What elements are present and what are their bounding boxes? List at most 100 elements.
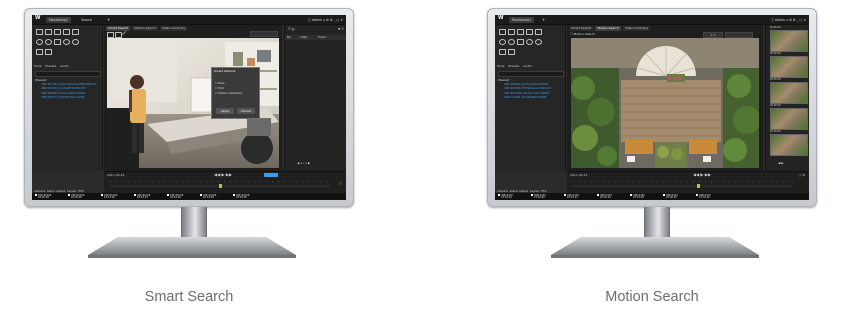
- zoom-out-icon[interactable]: [508, 39, 515, 45]
- option-motion-label: Motion Detection: [218, 91, 243, 95]
- search-field[interactable]: [250, 31, 278, 37]
- event-thumbnail[interactable]: XNF-8010R 18:53:24: [134, 193, 165, 200]
- tab-video-summary[interactable]: Video summary: [159, 26, 188, 31]
- audio-icon[interactable]: [54, 39, 61, 45]
- window-controls[interactable]: ⓘ admin ⌂ ⚙ ⚙ _ □ ×: [771, 17, 806, 23]
- playback-controls[interactable]: ◀◀ ▶ ▶▶: [693, 173, 711, 177]
- time-marker[interactable]: [264, 173, 278, 177]
- timeline-date[interactable]: 2017-03-23: [570, 174, 587, 177]
- add-tab-button[interactable]: +: [539, 17, 548, 23]
- zoom-in-icon[interactable]: [499, 39, 506, 45]
- tab-video-summary[interactable]: Video summary: [622, 26, 651, 31]
- thumbnail-time: 18:55:00: [236, 196, 247, 200]
- event-thumbnail[interactable]: XNP-6320 21:35:00: [630, 193, 661, 200]
- thumbnail-time: 18:53:24: [137, 196, 148, 200]
- event-thumbnail[interactable]: XNF-8010R 18:54:28: [167, 193, 198, 200]
- motion-result-thumbnail[interactable]: [770, 108, 808, 130]
- motion-results-panel: 00:00:00 00:00:00 00:00:00 00:00:00 00:00:00…: [765, 25, 809, 171]
- option-exit[interactable]: ☐ Exit: [215, 87, 224, 90]
- tab-tools[interactable]: Tools: [497, 64, 504, 68]
- timeline-track[interactable]: [573, 185, 793, 187]
- title-bar: W Monitoring1 + ⓘ admin ⌂ ⚙ ⚙ _ □ ×: [495, 15, 809, 25]
- cancel-button[interactable]: Cancel: [237, 108, 255, 114]
- timeline-zoom-icon[interactable]: ▢: [339, 182, 342, 185]
- camera-video-feed[interactable]: [571, 38, 759, 168]
- column-date[interactable]: Date: [301, 35, 308, 39]
- brightness-icon[interactable]: [535, 39, 542, 45]
- tab-motion-search[interactable]: Motion Search: [595, 26, 621, 31]
- camera-video-feed[interactable]: Smart Options ☐ Pass ☐ Exit ☐ Motion Det…: [107, 38, 279, 168]
- column-no[interactable]: No.: [287, 35, 292, 39]
- motion-result-thumbnail[interactable]: [770, 30, 808, 52]
- event-thumbnail[interactable]: XNF-8010R 18:00:28: [35, 193, 66, 200]
- tab-audio[interactable]: Audio: [60, 64, 69, 68]
- list-view-icon[interactable]: ☰ ▥: [288, 28, 294, 31]
- brightness-icon[interactable]: [72, 39, 79, 45]
- tab-presets[interactable]: Presets: [508, 64, 519, 68]
- focus-icon[interactable]: [526, 39, 533, 45]
- device-tree-item[interactable]: XNO-6120R_StreetXND-8080R: [498, 96, 564, 100]
- rotate-icon[interactable]: [499, 49, 506, 55]
- event-thumbnail[interactable]: XNP-6320 18:23:27: [564, 193, 595, 200]
- device-tree: Wisenet XNV-8080R_OutdoorXNV-8081R XNP-6…: [498, 79, 564, 100]
- user-icon[interactable]: [508, 49, 515, 55]
- tab-motion-search[interactable]: Motion Search: [132, 26, 158, 31]
- thumbnail-marker-icon: [233, 193, 235, 196]
- event-thumbnail[interactable]: XNP-6320 20:36:24: [597, 193, 628, 200]
- device-search-input[interactable]: [498, 71, 564, 77]
- event-thumbnail[interactable]: XNP-6320 22:00:52: [663, 193, 694, 200]
- tab-search[interactable]: Search: [78, 17, 95, 23]
- record-icon[interactable]: [517, 29, 524, 35]
- event-thumbnail[interactable]: XNF-8010R 16:00:28: [68, 193, 99, 200]
- results-pager[interactable]: ◀ ▶: [778, 162, 784, 165]
- playback-controls[interactable]: ◀◀ ▶ ▶▶: [214, 173, 232, 177]
- print-icon[interactable]: [526, 29, 533, 35]
- print-icon[interactable]: [63, 29, 70, 35]
- column-event[interactable]: Event: [318, 35, 326, 39]
- camera-icon[interactable]: [508, 29, 515, 35]
- left-panel: Tools Presets Audio Wisenet XNV-8080R_Ou…: [495, 25, 566, 171]
- option-pass[interactable]: ☐ Pass: [215, 82, 225, 85]
- timeline-date[interactable]: 2017-03-23: [107, 174, 124, 177]
- add-tab-button[interactable]: +: [104, 17, 113, 23]
- rotate-icon[interactable]: [36, 49, 43, 55]
- focus-icon[interactable]: [63, 39, 70, 45]
- timeline-cursor[interactable]: [697, 184, 700, 188]
- export-icon[interactable]: [72, 29, 79, 35]
- timeline-cursor[interactable]: [219, 184, 222, 188]
- event-thumbnail[interactable]: XNP-6320 22:30:02: [696, 193, 727, 200]
- device-tree-item[interactable]: XNP-6321H_HQPTZ(XNO)-8280: [35, 96, 101, 100]
- tab-audio[interactable]: Audio: [523, 64, 532, 68]
- export-icon[interactable]: [535, 29, 542, 35]
- motion-result-thumbnail[interactable]: [770, 134, 808, 156]
- layout-icon[interactable]: [499, 29, 506, 35]
- zoom-in-icon[interactable]: [36, 39, 43, 45]
- event-thumbnail[interactable]: XNP-6320 21:45:02: [531, 193, 562, 200]
- event-thumbnail[interactable]: XNF-8010R 18:55:00: [233, 193, 264, 200]
- timeline-zoom-icon[interactable]: ▢ ⚙: [799, 174, 805, 177]
- audio-icon[interactable]: [517, 39, 524, 45]
- camera-icon[interactable]: [45, 29, 52, 35]
- record-icon[interactable]: [54, 29, 61, 35]
- layout-icon[interactable]: [36, 29, 43, 35]
- event-thumbnail[interactable]: XNP-6320 23:23:24: [498, 193, 529, 200]
- results-pager[interactable]: ◀ 1 / 1 ▶: [297, 162, 310, 165]
- event-thumbnail[interactable]: XNF-8010R 18:54:28: [200, 193, 231, 200]
- option-motion[interactable]: ☐ Motion Detection: [215, 92, 242, 95]
- tab-monitoring[interactable]: Monitoring1: [509, 17, 535, 23]
- user-icon[interactable]: [45, 49, 52, 55]
- tab-smart-search[interactable]: Smart Search: [106, 26, 131, 31]
- zoom-out-icon[interactable]: [45, 39, 52, 45]
- line-tool-icon[interactable]: [121, 30, 130, 39]
- tab-tools[interactable]: Tools: [34, 64, 41, 68]
- tab-monitoring[interactable]: Monitoring1: [46, 17, 72, 23]
- window-controls[interactable]: ⓘ admin ⌂ ⚙ ⚙ _ □ ×: [308, 17, 343, 23]
- filter-icon[interactable]: ▼ ☰: [338, 28, 344, 31]
- tab-presets[interactable]: Presets: [45, 64, 56, 68]
- device-search-input[interactable]: [35, 71, 101, 77]
- event-thumbnail[interactable]: XNF-8010R 18:53:20: [101, 193, 132, 200]
- tab-smart-search[interactable]: Smart Search: [569, 26, 594, 31]
- motion-result-thumbnail[interactable]: [770, 82, 808, 104]
- apply-button[interactable]: Apply: [216, 108, 234, 114]
- motion-result-thumbnail[interactable]: [770, 56, 808, 78]
